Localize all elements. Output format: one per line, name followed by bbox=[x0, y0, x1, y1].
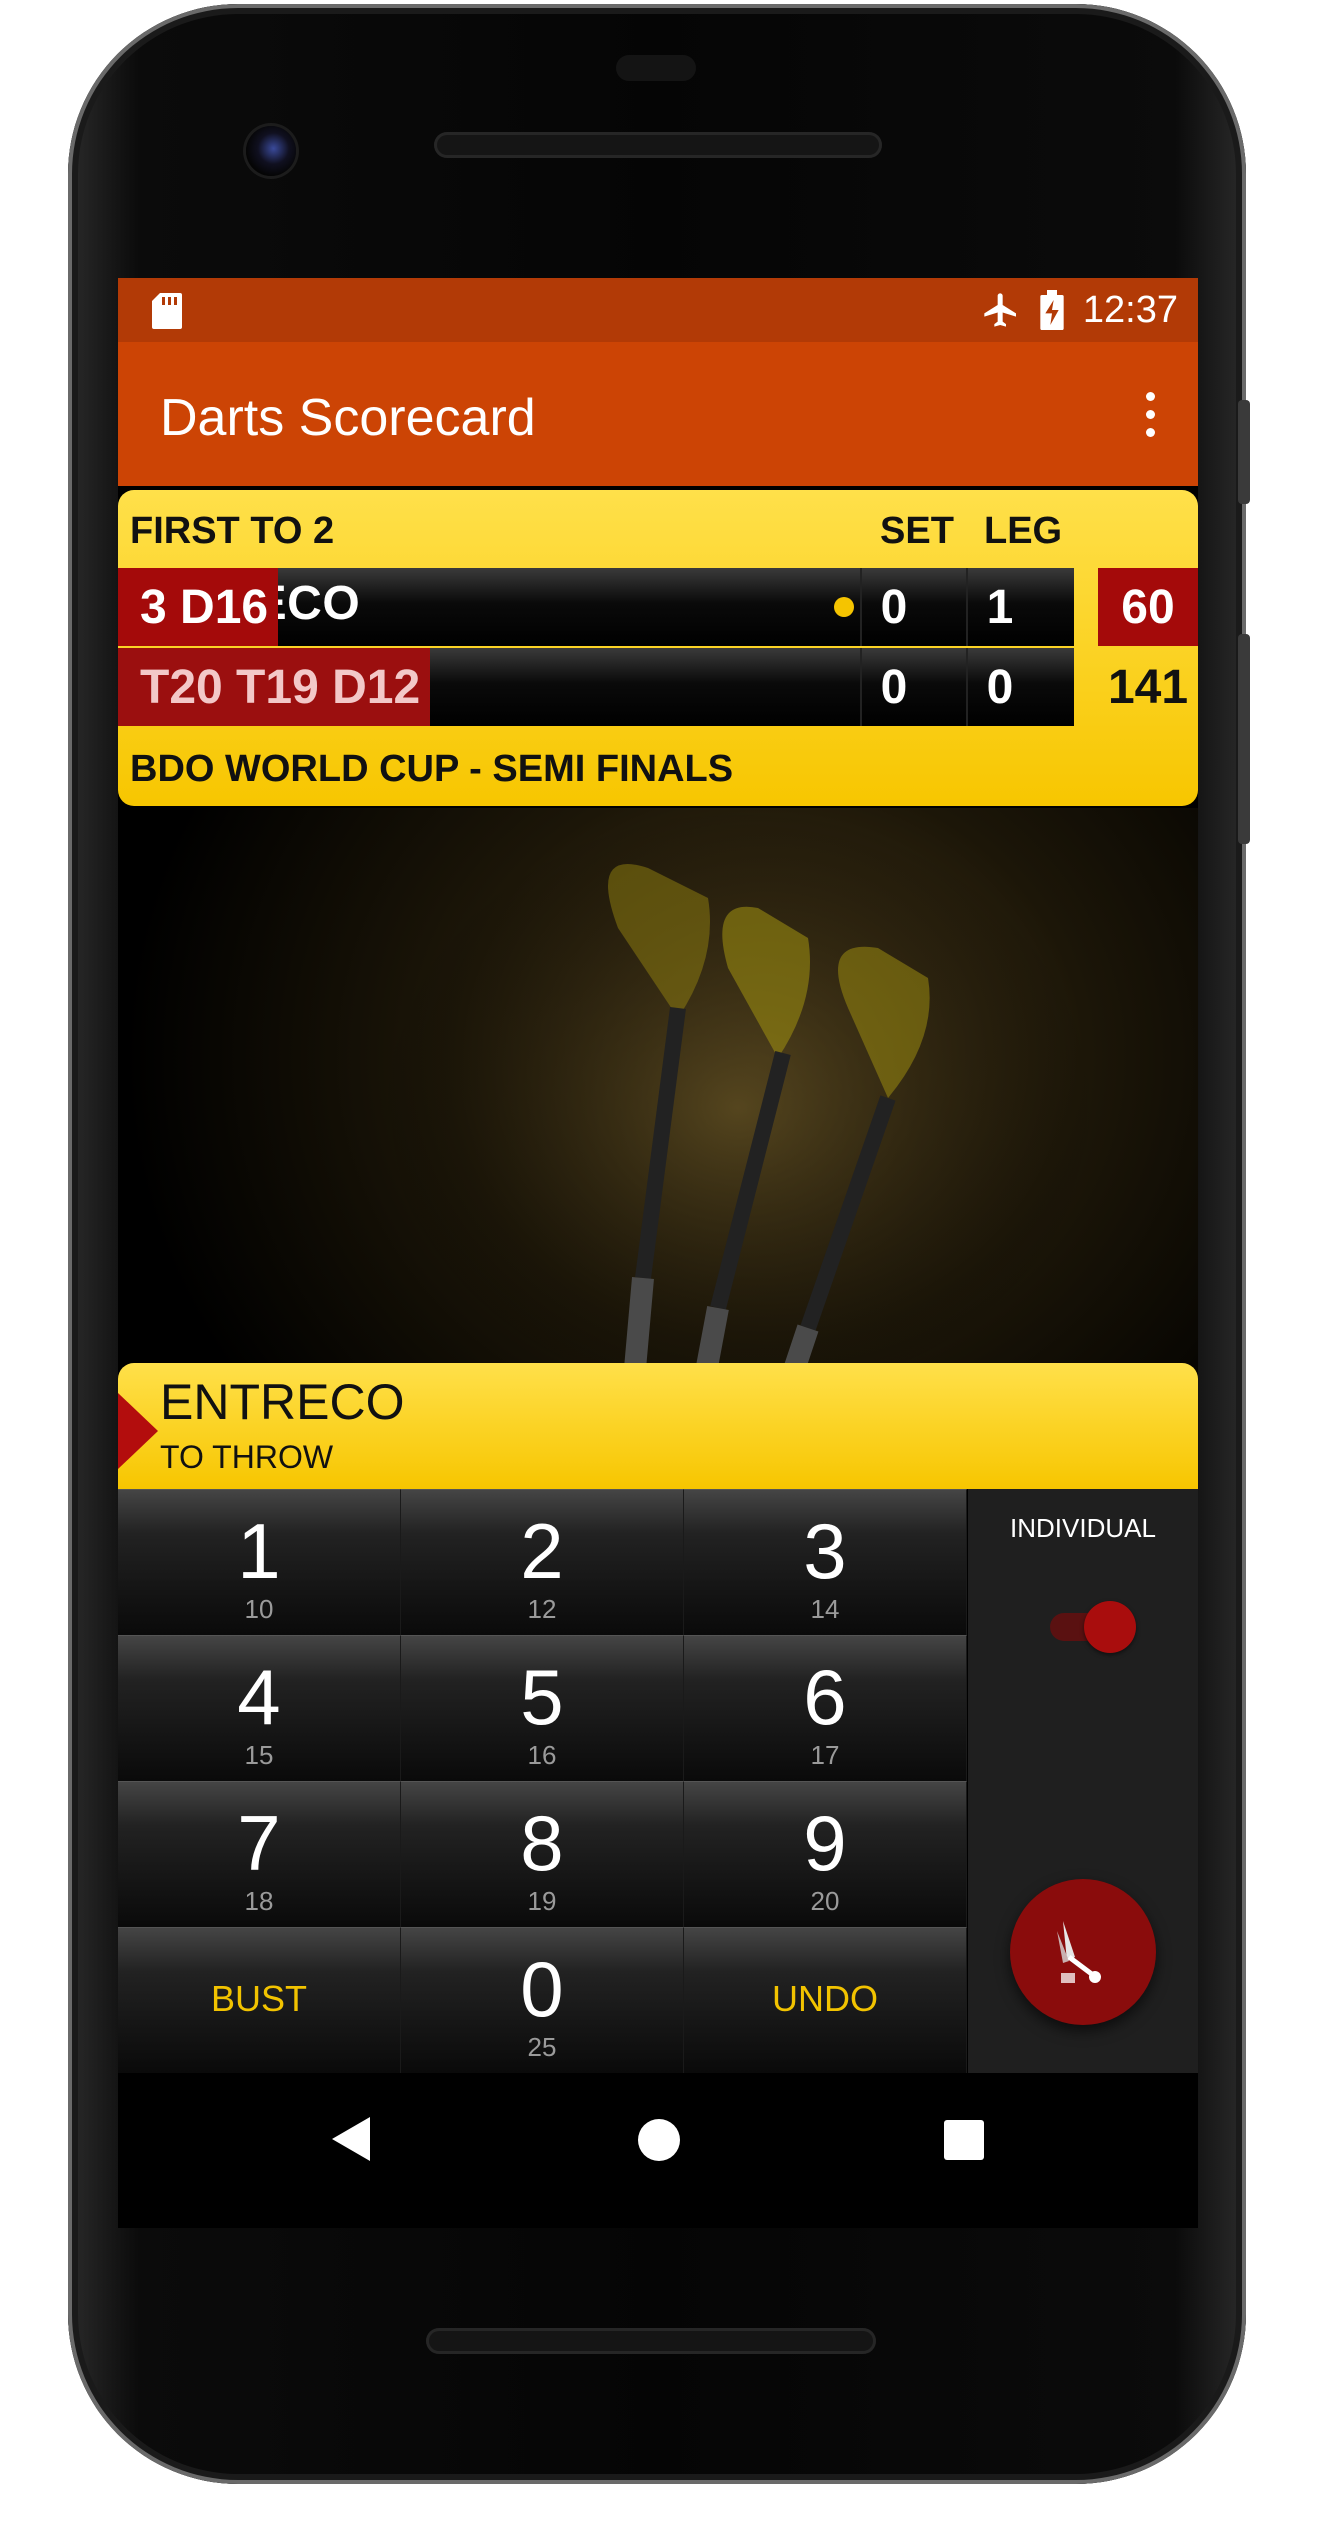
score-keypad: 1 10 2 12 3 14 4 15 5 16 6 17 7 18 8 19 … bbox=[118, 1489, 968, 2073]
to-throw-label: TO THROW bbox=[160, 1439, 334, 1475]
key-9[interactable]: 9 20 bbox=[684, 1781, 967, 1927]
player-score: 141 bbox=[1107, 660, 1189, 714]
current-player-name: ENTRECO bbox=[160, 1374, 405, 1430]
key-number: 5 bbox=[520, 1653, 564, 1741]
earpiece-speaker bbox=[434, 132, 882, 158]
key-number: 1 bbox=[237, 1507, 281, 1595]
player-row: ENTRECO 3 D16 0 1 bbox=[118, 568, 1074, 646]
volume-button bbox=[1238, 634, 1250, 844]
app-title: Darts Scorecard bbox=[160, 389, 536, 447]
player-sets: 0 bbox=[880, 580, 908, 634]
key-subvalue: 19 bbox=[527, 1886, 557, 1916]
status-bar: 12:37 bbox=[118, 278, 1198, 342]
key-number: 4 bbox=[237, 1653, 281, 1741]
scoreboard-header: FIRST TO 2 SET LEG bbox=[118, 490, 1198, 568]
key-number: 0 bbox=[520, 1945, 564, 2033]
key-number: 2 bbox=[520, 1507, 564, 1595]
key-number: 6 bbox=[803, 1653, 847, 1741]
dart-icon bbox=[1057, 1921, 1101, 1983]
player-score: 60 bbox=[1098, 568, 1198, 646]
set-column-header: SET bbox=[880, 510, 954, 552]
individual-mode-label: INDIVIDUAL bbox=[1010, 1513, 1156, 1543]
app-bar: Darts Scorecard bbox=[118, 342, 1198, 486]
player-row: T20 T19 D12 0 0 bbox=[118, 648, 1074, 726]
checkout-suggestion: T20 T19 D12 bbox=[118, 648, 431, 726]
battery-charging-icon bbox=[1040, 290, 1064, 330]
recent-apps-icon[interactable] bbox=[944, 2120, 984, 2160]
key-number: 3 bbox=[803, 1507, 847, 1595]
screen: 12:37 Darts Scorecard FIRST TO 2 SET LEG… bbox=[118, 278, 1198, 2228]
throw-darts-button[interactable] bbox=[1010, 1879, 1156, 2025]
more-vert-icon[interactable] bbox=[1140, 392, 1160, 437]
key-subvalue: 10 bbox=[244, 1594, 274, 1624]
bust-button[interactable]: BUST bbox=[118, 1927, 401, 2073]
key-4[interactable]: 4 15 bbox=[118, 1635, 401, 1781]
match-format: FIRST TO 2 bbox=[130, 510, 335, 552]
key-3[interactable]: 3 14 bbox=[684, 1489, 967, 1635]
player-legs: 0 bbox=[986, 660, 1014, 714]
bust-label: BUST bbox=[210, 1978, 307, 2019]
key-subvalue: 17 bbox=[810, 1740, 840, 1770]
current-player-arrow-icon bbox=[118, 1393, 158, 1469]
key-subvalue: 15 bbox=[244, 1740, 274, 1770]
bottom-speaker bbox=[426, 2328, 876, 2354]
player-legs: 1 bbox=[986, 580, 1014, 634]
sd-card-icon bbox=[152, 293, 182, 329]
key-subvalue: 16 bbox=[527, 1740, 557, 1770]
system-nav-bar bbox=[118, 2073, 1198, 2228]
key-number: 8 bbox=[520, 1799, 564, 1887]
key-6[interactable]: 6 17 bbox=[684, 1635, 967, 1781]
leg-column-header: LEG bbox=[984, 510, 1063, 552]
event-title: BDO WORLD CUP - SEMI FINALS bbox=[130, 748, 734, 790]
key-subvalue: 12 bbox=[527, 1594, 557, 1624]
back-icon[interactable] bbox=[332, 2117, 370, 2161]
key-subvalue: 25 bbox=[527, 2032, 557, 2062]
airplane-icon bbox=[984, 293, 1016, 327]
sensor bbox=[616, 55, 696, 81]
home-icon[interactable] bbox=[638, 2119, 680, 2161]
key-2[interactable]: 2 12 bbox=[401, 1489, 684, 1635]
input-mode-panel: INDIVIDUAL bbox=[968, 1489, 1198, 2073]
key-7[interactable]: 7 18 bbox=[118, 1781, 401, 1927]
player-to-throw-banner: ENTRECO TO THROW bbox=[118, 1363, 1198, 1489]
key-5[interactable]: 5 16 bbox=[401, 1635, 684, 1781]
key-8[interactable]: 8 19 bbox=[401, 1781, 684, 1927]
undo-label: UNDO bbox=[772, 1978, 878, 2019]
player-sets: 0 bbox=[880, 660, 908, 714]
key-subvalue: 20 bbox=[810, 1886, 840, 1916]
key-subvalue: 18 bbox=[244, 1886, 274, 1916]
front-camera-icon bbox=[246, 126, 296, 176]
scoreboard: FIRST TO 2 SET LEG ENTRECO 3 D16 0 1 60 … bbox=[118, 490, 1198, 806]
key-number: 7 bbox=[237, 1799, 281, 1887]
status-time: 12:37 bbox=[1082, 288, 1178, 331]
toggle-knob[interactable] bbox=[1084, 1601, 1136, 1653]
key-1[interactable]: 1 10 bbox=[118, 1489, 401, 1635]
key-0[interactable]: 0 25 bbox=[401, 1927, 684, 2073]
power-button bbox=[1238, 400, 1250, 504]
undo-button[interactable]: UNDO bbox=[684, 1927, 967, 2073]
checkout-suggestion: 3 D16 bbox=[118, 568, 279, 646]
key-subvalue: 14 bbox=[810, 1594, 840, 1624]
key-number: 9 bbox=[803, 1799, 847, 1887]
